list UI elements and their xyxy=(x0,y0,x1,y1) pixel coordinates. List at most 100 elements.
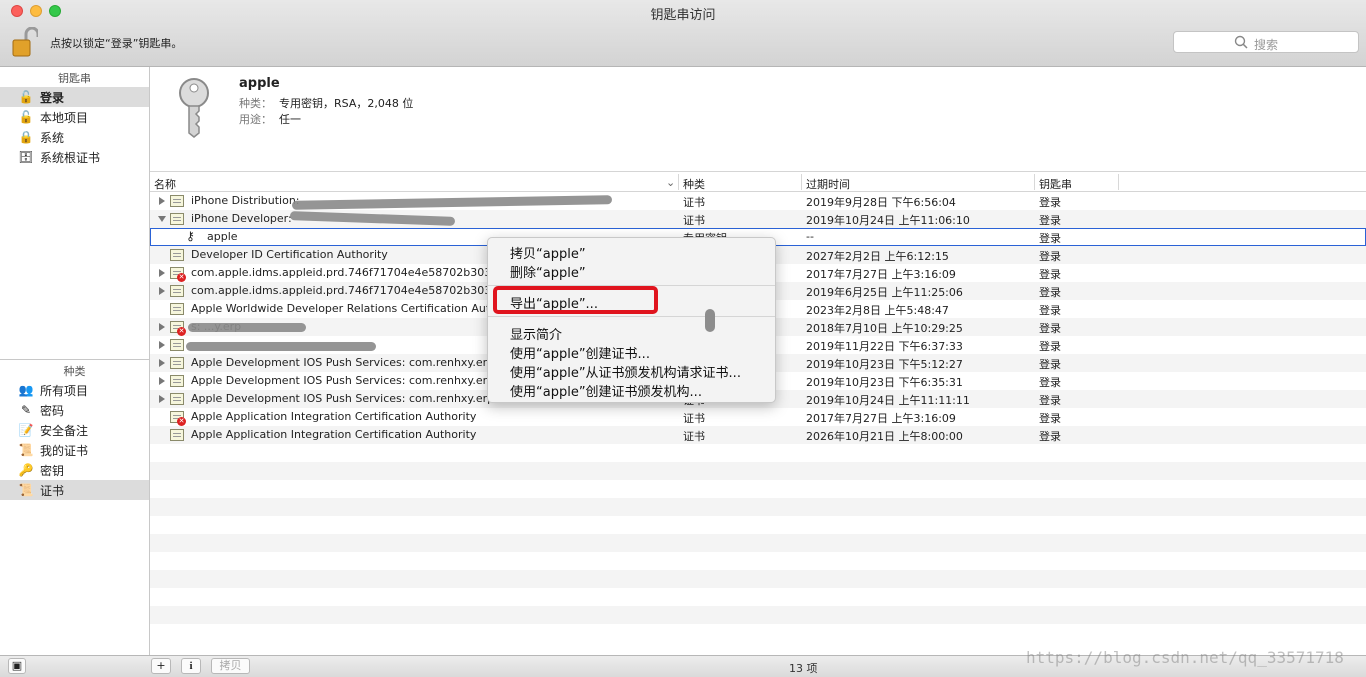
copy-button[interactable]: 拷贝 xyxy=(211,658,250,674)
sidebar: 钥匙串 🔓 登录 🔓 本地项目 🔒 系统 🗄 系统根证书 种类 👥 所有项目 ✎ 密码 📝 安… xyxy=(0,67,150,655)
disclosure-triangle-icon[interactable] xyxy=(158,216,166,222)
cell-kind: 证书 xyxy=(683,412,705,425)
cell-keychain: 登录 xyxy=(1039,394,1061,407)
certificate-icon xyxy=(170,303,184,315)
category-my-certs[interactable]: 📜 我的证书 xyxy=(0,440,149,460)
detail-panel: apple 种类： 专用密钥，RSA，2,048 位 用途： 任一 xyxy=(150,67,1366,172)
category-header: 种类 xyxy=(63,365,86,378)
unlocked-lock-icon: 🔓 xyxy=(18,110,34,124)
category-all[interactable]: 👥 所有项目 xyxy=(0,380,149,400)
cell-keychain: 登录 xyxy=(1039,250,1061,263)
column-kind[interactable]: 种类 xyxy=(683,176,705,192)
category-secure-notes[interactable]: 📝 安全备注 xyxy=(0,420,149,440)
menu-separator xyxy=(488,316,775,317)
cell-expiry: 2027年2月2日 上午6:12:15 xyxy=(806,250,949,263)
key-icon: 🔑 xyxy=(18,463,34,477)
disclosure-triangle-icon[interactable] xyxy=(159,341,165,349)
redaction-mark xyxy=(186,342,376,351)
table-row[interactable]: ✕ Apple Application Integration Certifica… xyxy=(150,408,1366,426)
disclosure-triangle-icon[interactable] xyxy=(159,359,165,367)
redaction-mark xyxy=(188,323,306,332)
sidebar-item-label: 系统 xyxy=(40,130,65,145)
certificate-icon xyxy=(170,249,184,261)
toggle-sidebar-button[interactable]: ▣ xyxy=(8,658,26,674)
cell-expiry: 2017年7月27日 上午3:16:09 xyxy=(806,268,956,281)
cell-keychain: 登录 xyxy=(1039,412,1061,425)
cell-expiry: 2019年10月24日 上午11:11:11 xyxy=(806,394,970,407)
menu-request-cert[interactable]: 使用“apple”从证书颁发机构请求证书... xyxy=(510,362,741,381)
category-label: 所有项目 xyxy=(40,383,89,398)
disclosure-triangle-icon[interactable] xyxy=(159,197,165,205)
cell-expiry: 2026年10月21日 上午8:00:00 xyxy=(806,430,963,443)
sidebar-item-label: 登录 xyxy=(40,90,65,105)
search-icon xyxy=(1234,35,1248,49)
category-list: 种类 👥 所有项目 ✎ 密码 📝 安全备注 📜 我的证书 🔑 密钥 📜 证书 xyxy=(0,360,149,500)
usage-label: 用途： xyxy=(239,113,272,126)
empty-row xyxy=(150,444,1366,462)
cell-keychain: 登录 xyxy=(1039,214,1061,227)
menu-create-cert[interactable]: 使用“apple”创建证书... xyxy=(510,343,650,362)
cell-expiry: 2019年10月23日 下午5:12:27 xyxy=(806,358,963,371)
sidebar-item-system[interactable]: 🔒 系统 xyxy=(0,127,149,147)
column-name[interactable]: 名称 xyxy=(154,176,176,192)
table-header: 名称 ⌄ 种类 过期时间 钥匙串 xyxy=(150,172,1366,192)
column-keychain[interactable]: 钥匙串 xyxy=(1039,176,1072,192)
kind-label: 种类： xyxy=(239,97,272,110)
keychains-header: 钥匙串 xyxy=(58,72,91,85)
certificate-icon xyxy=(170,285,184,297)
category-certificates[interactable]: 📜 证书 xyxy=(0,480,149,500)
empty-row xyxy=(150,606,1366,624)
usage-value: 任一 xyxy=(279,113,301,126)
certificate-icon xyxy=(170,339,184,351)
cell-expiry: -- xyxy=(806,230,814,243)
kind-value: 专用密钥，RSA，2,048 位 xyxy=(279,97,414,110)
disclosure-triangle-icon[interactable] xyxy=(159,287,165,295)
context-menu: 拷贝“apple” 删除“apple” 导出“apple”... 显示简介 使用… xyxy=(487,237,776,403)
sort-chevron-icon[interactable]: ⌄ xyxy=(666,176,675,189)
empty-row xyxy=(150,588,1366,606)
export-highlight-box xyxy=(493,286,658,314)
search-placeholder: 搜索 xyxy=(1254,38,1279,52)
disclosure-triangle-icon[interactable] xyxy=(159,395,165,403)
certificate-icon xyxy=(170,195,184,207)
menu-copy[interactable]: 拷贝“apple” xyxy=(510,243,586,262)
category-label: 密钥 xyxy=(40,463,65,478)
certificate-icon: 📜 xyxy=(18,443,34,457)
sidebar-item-system-roots[interactable]: 🗄 系统根证书 xyxy=(0,147,149,167)
item-name: apple xyxy=(239,76,280,91)
certificate-icon xyxy=(170,213,184,225)
certificate-icon xyxy=(170,357,184,369)
unlocked-lock-icon: 🔓 xyxy=(18,90,34,104)
empty-row xyxy=(150,480,1366,498)
column-expiry[interactable]: 过期时间 xyxy=(806,176,850,192)
cabinet-icon: 🗄 xyxy=(18,150,34,164)
unlocked-lock-icon[interactable] xyxy=(12,26,40,57)
cell-expiry: 2019年9月28日 下午6:56:04 xyxy=(806,196,956,209)
sidebar-item-local[interactable]: 🔓 本地项目 xyxy=(0,107,149,127)
menu-get-info[interactable]: 显示简介 xyxy=(510,324,562,343)
certificate-icon xyxy=(170,429,184,441)
menu-delete[interactable]: 删除“apple” xyxy=(510,262,586,281)
add-button[interactable]: + xyxy=(151,658,171,674)
disclosure-triangle-icon[interactable] xyxy=(159,377,165,385)
info-button[interactable]: i xyxy=(181,658,201,674)
cell-keychain: 登录 xyxy=(1039,376,1061,389)
menu-create-ca[interactable]: 使用“apple”创建证书颁发机构... xyxy=(510,381,702,400)
certificate-icon xyxy=(170,375,184,387)
cell-keychain: 登录 xyxy=(1039,430,1061,443)
certificate-icon xyxy=(170,393,184,405)
watermark: https://blog.csdn.net/qq_33571718 xyxy=(1026,648,1344,667)
category-keys[interactable]: 🔑 密钥 xyxy=(0,460,149,480)
disclosure-triangle-icon[interactable] xyxy=(159,269,165,277)
table-row[interactable]: Apple Application Integration Certificat… xyxy=(150,426,1366,444)
item-count: 13 项 xyxy=(789,662,818,675)
sidebar-item-login[interactable]: 🔓 登录 xyxy=(0,87,149,107)
search-field[interactable]: 搜索 xyxy=(1173,31,1359,53)
scroll-knob[interactable] xyxy=(705,309,715,332)
cell-kind: 证书 xyxy=(683,196,705,209)
category-passwords[interactable]: ✎ 密码 xyxy=(0,400,149,420)
empty-row xyxy=(150,570,1366,588)
lock-hint: 点按以锁定“登录”钥匙串。 xyxy=(50,37,183,50)
disclosure-triangle-icon[interactable] xyxy=(159,323,165,331)
cell-expiry: 2019年10月23日 下午6:35:31 xyxy=(806,376,963,389)
